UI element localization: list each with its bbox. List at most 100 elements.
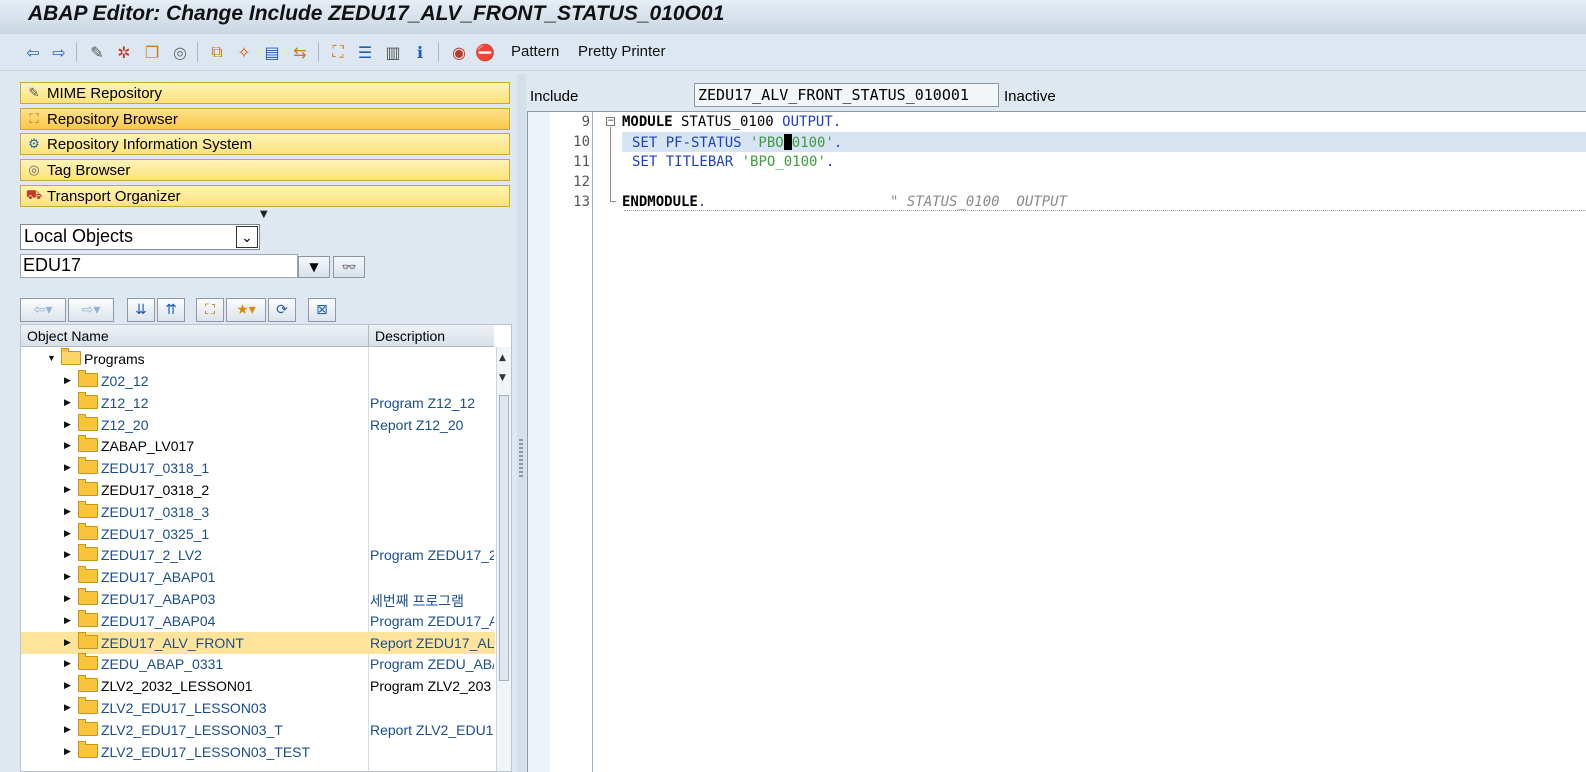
tree-node-label: ZEDU17_ABAP03: [101, 591, 216, 607]
folder-icon: [78, 544, 98, 562]
collapsed-triangle-icon[interactable]: ▶: [64, 702, 71, 713]
collapsed-triangle-icon[interactable]: ▶: [64, 724, 71, 735]
scroll-down-icon[interactable]: ▼: [499, 373, 506, 383]
tree-row[interactable]: ▶ ZEDU17_0318_3: [21, 500, 495, 523]
collapsed-triangle-icon[interactable]: ▶: [64, 571, 71, 582]
expand-all-icon[interactable]: ⇊: [127, 298, 155, 322]
object-name-input[interactable]: EDU17: [20, 254, 298, 278]
pane-splitter[interactable]: [517, 74, 526, 772]
activate-icon[interactable]: ✲: [113, 41, 135, 63]
tree-row[interactable]: ▶ ZEDU17_2_LV2 Program ZEDU17_2: [21, 544, 495, 566]
refresh-icon[interactable]: ⟳: [268, 298, 296, 322]
tree-row[interactable]: ▶ ZLV2_2032_LESSON01 Program ZLV2_203: [21, 675, 495, 697]
collapse-all-icon[interactable]: ⇈: [157, 298, 185, 322]
collapsed-triangle-icon[interactable]: ▶: [64, 528, 71, 539]
code-line-9[interactable]: MODULE STATUS_0100 OUTPUT.: [622, 114, 841, 134]
collapsed-triangle-icon[interactable]: ▶: [64, 549, 71, 560]
code-line-13[interactable]: ENDMODULE.: [622, 194, 706, 214]
tree-row[interactable]: ▶ ZEDU_ABAP_0331 Program ZEDU_AB/: [21, 653, 495, 675]
code-editor[interactable]: 9 10 11 12 13 − MODULE STATUS_0100 OUTPU…: [527, 111, 1586, 772]
chevron-down-icon[interactable]: ⌄: [236, 226, 258, 248]
collapsed-triangle-icon[interactable]: ▶: [64, 506, 71, 517]
collapsed-triangle-icon[interactable]: ▶: [64, 440, 71, 451]
pretty-printer-button[interactable]: Pretty Printer: [578, 43, 666, 60]
period: .: [825, 154, 835, 170]
outline-icon[interactable]: ☰: [354, 41, 376, 63]
tree-row[interactable]: ▶ Z12_20 Report Z12_20: [21, 413, 495, 436]
collapsed-triangle-icon[interactable]: ▶: [64, 593, 71, 604]
tree-row[interactable]: ▶ ZEDU17_0318_2: [21, 479, 495, 501]
tree-root-programs[interactable]: ▼ Programs: [21, 348, 495, 370]
keyword-output: OUTPUT: [782, 114, 833, 130]
display-button[interactable]: 👓: [333, 256, 365, 278]
tree-node-label: ZLV2_2032_LESSON01: [101, 678, 253, 695]
collapsed-triangle-icon[interactable]: ▶: [64, 746, 71, 757]
favorites-icon[interactable]: ★▾: [226, 298, 266, 322]
tree-row[interactable]: ▶ ZEDU17_ALV_FRONT Report ZEDU17_AL: [21, 631, 495, 654]
tree-row[interactable]: ▶ Z12_12 Program Z12_12: [21, 391, 495, 414]
tool-transport-organizer[interactable]: ⛟ Transport Organizer: [20, 185, 510, 207]
folder-icon: [78, 566, 98, 584]
tool-tag-browser[interactable]: ◎ Tag Browser: [20, 159, 510, 181]
collapsed-triangle-icon[interactable]: ▶: [64, 462, 71, 473]
toolbar-separator: [438, 42, 439, 62]
tree-row[interactable]: ▶ ZABAP_LV017: [21, 435, 495, 457]
collapsed-triangle-icon[interactable]: ▶: [64, 680, 71, 691]
collapsed-triangle-icon[interactable]: ▶: [64, 375, 71, 386]
tree-row[interactable]: ▶ ZEDU17_ABAP04 Program ZEDU17_A: [21, 609, 495, 632]
tree-row[interactable]: ▶ ZLV2_EDU17_LESSON03: [21, 697, 495, 719]
tree-row[interactable]: ▶ Z02_12: [21, 370, 495, 392]
where-used-icon[interactable]: ⧉: [206, 41, 228, 63]
object-list-icon[interactable]: ✧: [233, 41, 255, 63]
tree-row[interactable]: ▶ ZLV2_EDU17_LESSON03_T Report ZLV2_EDU1: [21, 718, 495, 741]
fullscreen-icon[interactable]: ⊠: [308, 298, 336, 322]
code-line-10[interactable]: SET PF-STATUS 'PBO 0100'.: [632, 134, 842, 154]
scroll-up-icon[interactable]: ▲: [499, 353, 506, 363]
test-icon[interactable]: ◎: [169, 41, 191, 63]
column-header-object-name[interactable]: Object Name: [21, 325, 369, 347]
tree-row[interactable]: ▶ ZLV2_EDU17_LESSON03_TEST: [21, 740, 495, 763]
object-status: Inactive: [1004, 88, 1056, 105]
tool-repository-browser[interactable]: ⛶ Repository Browser: [20, 108, 510, 130]
collapsed-triangle-icon[interactable]: ▶: [64, 397, 71, 408]
tree-row[interactable]: ▶ ZEDU17_ABAP01: [21, 566, 495, 588]
navigation-window-icon[interactable]: ▤: [261, 41, 283, 63]
code-line-11[interactable]: SET TITLEBAR 'BPO_0100'.: [632, 154, 834, 174]
collapsed-triangle-icon[interactable]: ▶: [64, 658, 71, 669]
splitter-grip[interactable]: [519, 439, 523, 479]
forward-icon[interactable]: ⇨: [48, 41, 70, 63]
collapse-block-icon[interactable]: −: [606, 117, 615, 126]
tree-row[interactable]: ▶ ZEDU17_0318_1: [21, 457, 495, 479]
nav-back-button[interactable]: ⇦▾: [20, 298, 66, 322]
tree-row[interactable]: ▶ ZEDU17_0325_1: [21, 522, 495, 545]
back-icon[interactable]: ⇦: [22, 41, 44, 63]
tool-mime-repository[interactable]: ✎ MIME Repository: [20, 82, 510, 104]
pattern-button[interactable]: Pattern: [511, 43, 559, 60]
collapsed-triangle-icon[interactable]: ▶: [64, 419, 71, 430]
split-screen-icon[interactable]: ▥: [382, 41, 404, 63]
collapse-arrow-icon[interactable]: ▼: [260, 209, 268, 220]
folder-icon: [78, 522, 98, 540]
tool-repository-information-system[interactable]: ⚙ Repository Information System: [20, 133, 510, 155]
hierarchy-icon[interactable]: ⛶: [327, 41, 349, 63]
scrollbar-thumb[interactable]: [499, 395, 509, 681]
hierarchy-icon[interactable]: ⛶: [196, 298, 224, 322]
info-icon[interactable]: ℹ: [409, 41, 431, 63]
folder-icon: [78, 697, 98, 714]
check-icon[interactable]: ❐: [141, 41, 163, 63]
stop-icon[interactable]: ⛔: [474, 41, 496, 63]
nav-forward-button[interactable]: ⇨▾: [68, 298, 114, 322]
expanded-triangle-icon[interactable]: ▼: [47, 353, 56, 363]
dropdown-button[interactable]: ▼: [298, 256, 330, 278]
column-header-description[interactable]: Description: [368, 325, 494, 347]
tree-row[interactable]: ▶ ZEDU17_ABAP03 세번째 프로그램: [21, 588, 495, 610]
tree-scrollbar[interactable]: ▲ ▼: [496, 347, 511, 771]
set-breakpoint-icon[interactable]: ◉: [448, 41, 470, 63]
display-change-icon[interactable]: ✎: [86, 41, 108, 63]
collapsed-triangle-icon[interactable]: ▶: [64, 615, 71, 626]
folder-icon: [78, 740, 98, 758]
collapsed-triangle-icon[interactable]: ▶: [64, 484, 71, 495]
object-type-select[interactable]: Local Objects ⌄: [20, 224, 260, 250]
enhance-icon[interactable]: ⇆: [289, 41, 311, 63]
collapsed-triangle-icon[interactable]: ▶: [64, 637, 71, 648]
